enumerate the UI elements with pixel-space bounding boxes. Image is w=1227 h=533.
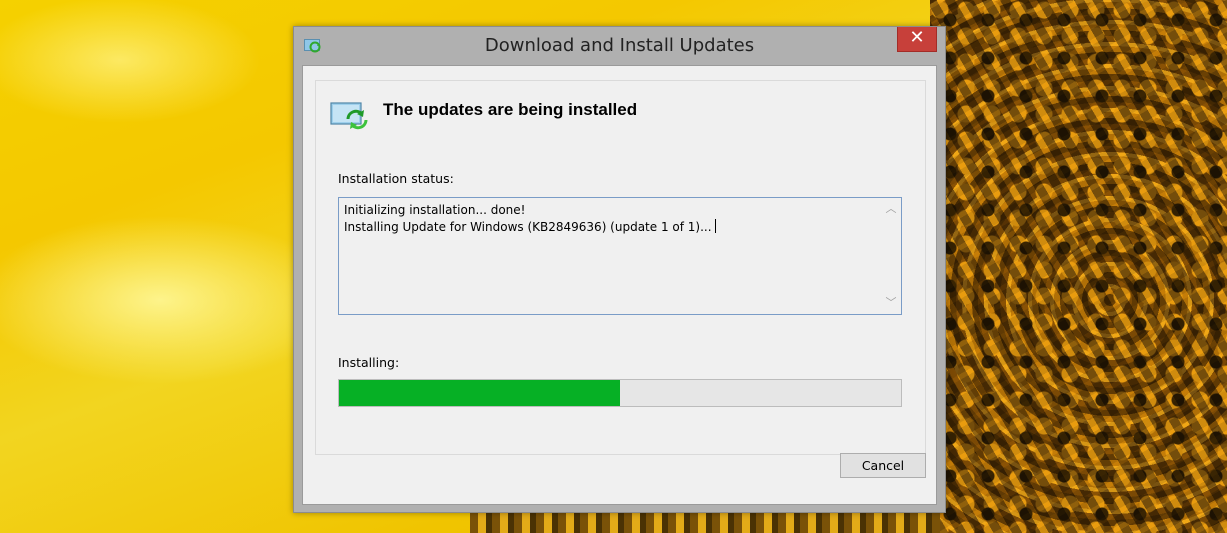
chevron-up-icon[interactable]: ︿ — [881, 200, 901, 218]
title-bar[interactable]: Download and Install Updates ✕ — [294, 27, 945, 65]
installation-log[interactable]: Initializing installation... done! Insta… — [338, 197, 902, 315]
window-title: Download and Install Updates — [484, 35, 755, 56]
installation-status-label: Installation status: — [338, 171, 454, 186]
installing-label: Installing: — [338, 355, 400, 370]
page-title: The updates are being installed — [383, 100, 638, 119]
dialog-body: The updates are being installed Installa… — [302, 65, 937, 505]
chevron-down-icon[interactable]: ﹀ — [881, 294, 901, 312]
sunflower-background-edge — [470, 512, 940, 533]
progress-fill — [339, 380, 620, 406]
install-progress-bar — [338, 379, 902, 407]
content-panel: The updates are being installed Installa… — [315, 80, 926, 455]
log-line-current: Installing Update for Windows (KB2849636… — [344, 219, 874, 236]
update-dialog: Download and Install Updates ✕ The updat… — [293, 26, 946, 513]
sunflower-background — [930, 0, 1227, 533]
text-caret — [714, 219, 716, 233]
log-line: Initializing installation... done! — [344, 203, 526, 217]
log-lines: Initializing installation... done! Insta… — [344, 202, 874, 236]
close-button[interactable]: ✕ — [897, 27, 937, 52]
update-arrows-icon — [330, 101, 370, 131]
cancel-button[interactable]: Cancel — [840, 453, 926, 478]
log-line-text: Installing Update for Windows (KB2849636… — [344, 220, 712, 234]
log-scrollbar[interactable]: ︿ ﹀ — [881, 198, 901, 314]
